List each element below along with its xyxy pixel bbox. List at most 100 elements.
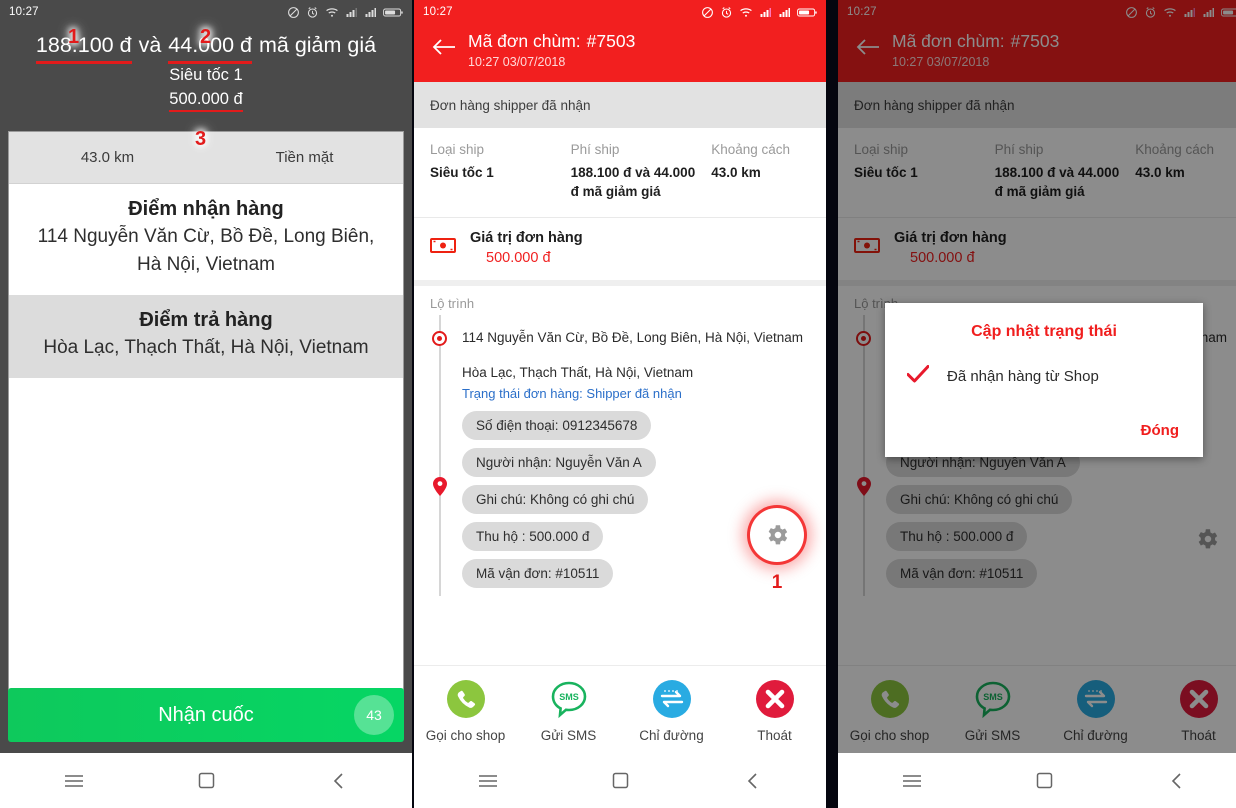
dropoff-block: Điểm trả hàng Hòa Lạc, Thạch Thất, Hà Nộ… <box>9 295 403 378</box>
wifi-icon <box>740 7 752 17</box>
info-col-distance: Khoảng cách 43.0 km <box>711 142 810 201</box>
signal-1-icon <box>346 8 357 17</box>
menu-icon[interactable] <box>63 770 85 792</box>
app-bar-subtitle: 10:27 03/07/2018 <box>468 55 566 69</box>
phone-panel-offer: 10:27 188.100 đ và 44.000 đ mã giảm giá … <box>0 0 412 808</box>
action-exit-label: Thoát <box>757 727 792 743</box>
app-bar-text: Mã đơn chùm: #7503 10:27 03/07/2018 <box>462 30 635 72</box>
ship-type: Siêu tốc 1 <box>169 66 243 84</box>
info-header-ship-type: Loại ship <box>430 142 485 157</box>
home-square-icon[interactable] <box>1033 770 1055 792</box>
signal-1-icon <box>760 8 771 17</box>
info-value-ship-fee: 188.100 đ và 44.000 đ mã giảm giá <box>570 165 696 199</box>
directions-arrows-icon <box>652 679 691 718</box>
battery-icon <box>797 8 817 16</box>
phone-panel-dialog: 10:27 Mã đơn chùm: #7503 10:27 03/07/201… <box>838 0 1236 808</box>
action-directions-label: Chỉ đường <box>639 727 704 743</box>
offer-distance: 43.0 km <box>80 149 135 166</box>
phone-icon <box>446 679 485 718</box>
offer-payment: Tiền mặt <box>275 149 334 166</box>
home-square-icon[interactable] <box>195 770 217 792</box>
annotation-marker-3: 3 <box>195 128 207 150</box>
annotation-marker-2: 2 <box>200 26 212 48</box>
panel-gap-2 <box>826 0 838 808</box>
battery-icon <box>383 8 403 16</box>
chip-note[interactable]: Ghi chú: Không có ghi chú <box>462 485 649 514</box>
order-value-amount: 500.000 đ <box>486 250 551 266</box>
order-value-title: Giá trị đơn hàng <box>470 230 583 246</box>
sms-bubble-icon: SMS <box>551 681 586 718</box>
alarm-icon <box>307 6 318 18</box>
android-nav-bar <box>414 753 826 808</box>
route-label: Lộ trình <box>430 296 475 311</box>
back-chevron-icon[interactable] <box>741 770 763 792</box>
action-send-sms-label: Gửi SMS <box>540 727 597 743</box>
fare-conjunction: và <box>138 33 162 57</box>
chip-phone[interactable]: Số điện thoại: 0912345678 <box>462 411 652 440</box>
chip-cod[interactable]: Thu hộ : 500.000 đ <box>462 522 604 551</box>
status-bar: 10:27 <box>0 0 412 24</box>
gear-icon[interactable] <box>750 508 804 562</box>
arrow-back-icon[interactable] <box>426 30 462 64</box>
screenshot-stage: 10:27 188.100 đ và 44.000 đ mã giảm giá … <box>0 0 1236 808</box>
close-circle-icon <box>755 679 794 718</box>
action-directions[interactable]: Chỉ đường <box>620 677 723 743</box>
alarm-icon <box>721 6 732 18</box>
cod-amount: 500.000 đ <box>169 87 244 112</box>
signal-2-icon <box>365 8 376 17</box>
dialog-close-button[interactable]: Đóng <box>1135 418 1185 443</box>
accept-ride-button[interactable]: Nhận cuốc 43 <box>8 688 404 742</box>
info-header-distance: Khoảng cách <box>711 142 790 157</box>
dialog-option-received[interactable]: Đã nhận hàng từ Shop <box>903 365 1185 418</box>
menu-icon[interactable] <box>901 770 923 792</box>
annotation-marker-1: 1 <box>68 26 80 48</box>
signal-2-icon <box>779 8 790 17</box>
dialog-option-label: Đã nhận hàng từ Shop <box>947 368 1099 385</box>
android-nav-bar <box>0 753 412 808</box>
offer-card: 43.0 km Tiền mặt Điểm nhận hàng 114 Nguy… <box>8 131 404 732</box>
check-icon <box>906 365 930 388</box>
info-col-ship-type: Loại ship Siêu tốc 1 <box>430 142 571 201</box>
android-nav-bar <box>838 753 1236 808</box>
app-bar-title-wrap: Mã đơn chùm: #7503 <box>468 31 635 51</box>
action-exit[interactable]: Thoát <box>723 677 826 743</box>
chip-receiver[interactable]: Người nhận: Nguyễn Văn A <box>462 448 656 477</box>
update-status-gear[interactable]: 1 <box>750 508 804 594</box>
accept-countdown-badge: 43 <box>354 695 394 735</box>
back-chevron-icon[interactable] <box>1165 770 1187 792</box>
fare-main: 188.100 đ <box>35 30 132 64</box>
info-value-distance: 43.0 km <box>711 165 761 180</box>
app-bar-code: #7503 <box>586 31 636 51</box>
dialog-actions: Đóng <box>903 418 1185 443</box>
action-send-sms[interactable]: SMS Gửi SMS <box>517 677 620 743</box>
action-call-shop-label: Gọi cho shop <box>425 727 506 743</box>
info-value-ship-type: Siêu tốc 1 <box>430 165 494 180</box>
status-bar: 10:27 <box>414 0 826 24</box>
dropoff-address: Hòa Lạc, Thạch Thất, Hà Nội, Vietnam <box>43 337 369 358</box>
order-value-text: Giá trị đơn hàng 500.000 đ <box>470 230 583 266</box>
back-chevron-icon[interactable] <box>327 770 349 792</box>
order-value-row: Giá trị đơn hàng 500.000 đ <box>414 218 826 280</box>
pickup-address: 114 Nguyễn Văn Cừ, Bồ Đề, Long Biên, Hà … <box>37 226 375 275</box>
fare-suffix: mã giảm giá <box>258 33 377 57</box>
status-clock: 10:27 <box>9 6 39 18</box>
dropoff-title: Điểm trả hàng <box>139 309 273 331</box>
wifi-icon <box>326 7 338 17</box>
accept-ride-label: Nhận cuốc <box>158 703 254 726</box>
status-icons <box>701 6 817 19</box>
app-bar: 10:27 Mã đơn chùm: #7503 10:27 03/07/201… <box>414 0 826 82</box>
route-status-link[interactable]: Trạng thái đơn hàng: Shipper đã nhận <box>462 383 810 407</box>
chip-row: Số điện thoại: 0912345678 <box>462 411 810 448</box>
order-status-strip: Đơn hàng shipper đã nhận <box>414 82 826 128</box>
app-bar-row: Mã đơn chùm: #7503 10:27 03/07/2018 <box>414 24 826 72</box>
mute-icon <box>702 6 713 18</box>
update-status-dialog: Cập nhật trạng thái Đã nhận hàng từ Shop… <box>885 303 1203 457</box>
route-dropoff-address: Hòa Lạc, Thạch Thất, Hà Nội, Vietnam <box>462 365 694 380</box>
route-pickup-address: 114 Nguyễn Văn Cừ, Bồ Đề, Long Biên, Hà … <box>462 330 803 345</box>
chip-tracking-code[interactable]: Mã vận đơn: #10511 <box>462 559 614 588</box>
menu-icon[interactable] <box>477 770 499 792</box>
route-pickup-dot-icon <box>432 331 447 346</box>
home-square-icon[interactable] <box>609 770 631 792</box>
phone-panel-detail: 10:27 Mã đơn chùm: #7503 10:27 03/07/201… <box>414 0 826 808</box>
action-call-shop[interactable]: Gọi cho shop <box>414 677 517 743</box>
